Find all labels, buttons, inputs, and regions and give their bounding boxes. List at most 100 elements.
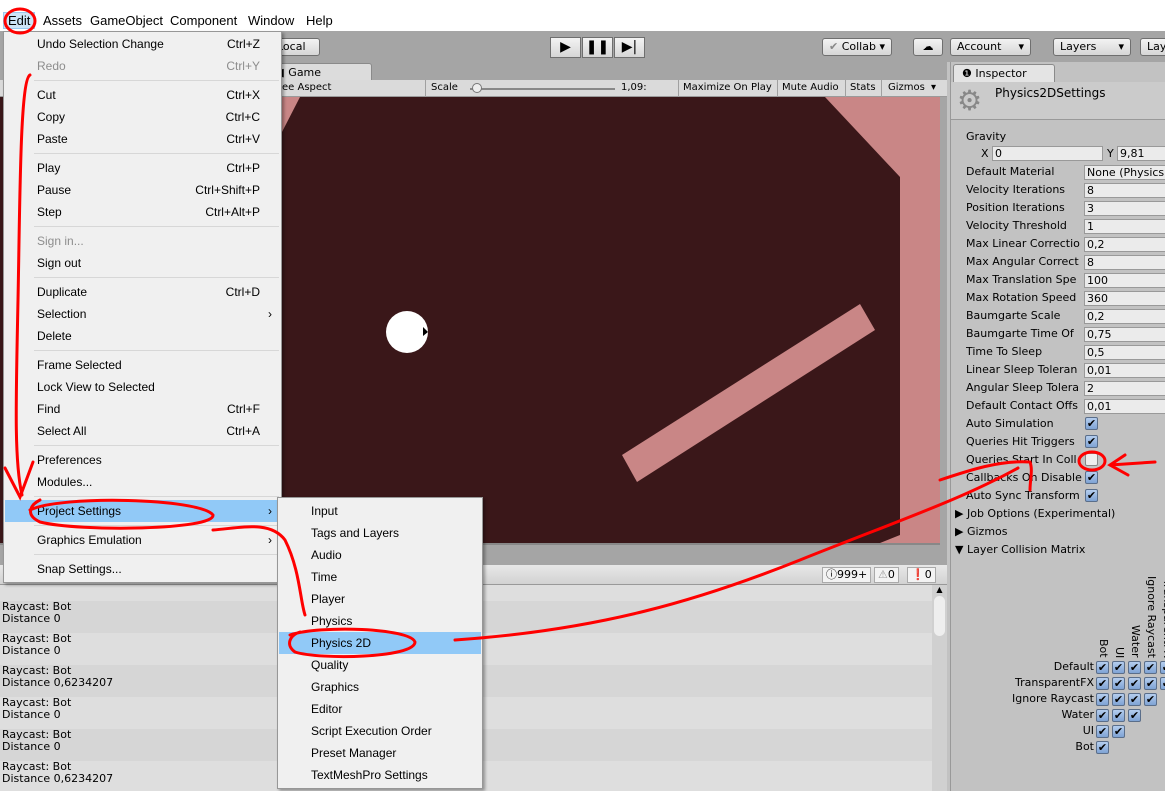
submenu-item-player[interactable]: Player [279, 588, 481, 610]
field-value-input[interactable]: 8 [1084, 255, 1165, 270]
collision-checkbox[interactable]: ✔ [1112, 693, 1125, 706]
field-value-input[interactable]: 0,01 [1084, 363, 1165, 378]
menu-item-find[interactable]: Find Ctrl+F [5, 398, 280, 420]
menu-edit[interactable]: Edit [3, 12, 36, 29]
collision-checkbox[interactable]: ✔ [1096, 741, 1109, 754]
collision-checkbox[interactable]: ✔ [1128, 693, 1141, 706]
collision-checkbox[interactable]: ✔ [1144, 693, 1157, 706]
collision-checkbox[interactable]: ✔ [1112, 677, 1125, 690]
menu-item-frame-selected[interactable]: Frame Selected [5, 354, 280, 376]
submenu-item-tags-and-layers[interactable]: Tags and Layers [279, 522, 481, 544]
collision-checkbox[interactable]: ✔ [1096, 709, 1109, 722]
menu-item-undo-selection-change[interactable]: Undo Selection Change Ctrl+Z [5, 33, 280, 55]
field-value-input[interactable]: 3 [1084, 201, 1165, 216]
menu-item-paste[interactable]: Paste Ctrl+V [5, 128, 280, 150]
menu-item-step[interactable]: Step Ctrl+Alt+P [5, 201, 280, 223]
layers-dropdown[interactable]: Layers ▾ [1053, 38, 1131, 56]
toggle-checkbox[interactable] [1085, 453, 1098, 466]
menu-item-copy[interactable]: Copy Ctrl+C [5, 106, 280, 128]
field-value-input[interactable]: 0,01 [1084, 399, 1165, 414]
field-value-input[interactable]: 100 [1084, 273, 1165, 288]
menu-assets[interactable]: Assets [43, 13, 82, 28]
scale-slider[interactable] [470, 88, 615, 90]
field-value-input[interactable]: 8 [1084, 183, 1165, 198]
stats-toggle[interactable]: Stats [850, 82, 876, 93]
foldout[interactable]: ▶ Gizmos [955, 523, 1155, 541]
menu-item-sign-in[interactable]: Sign in... [5, 230, 280, 252]
log-count-toggle[interactable]: ⓘ999+ [822, 567, 872, 583]
menu-item-graphics-emulation[interactable]: Graphics Emulation › [5, 529, 280, 551]
gravity-y-field[interactable]: 9,81 [1117, 146, 1165, 161]
collab-button[interactable]: ✔ Collab ▾ [822, 38, 892, 56]
collision-checkbox[interactable]: ✔ [1096, 677, 1109, 690]
menu-item-selection[interactable]: Selection › [5, 303, 280, 325]
field-value-input[interactable]: 0,5 [1084, 345, 1165, 360]
submenu-item-time[interactable]: Time [279, 566, 481, 588]
collision-checkbox[interactable]: ✔ [1096, 725, 1109, 738]
foldout[interactable]: ▼ Layer Collision Matrix [955, 541, 1155, 559]
submenu-item-editor[interactable]: Editor [279, 698, 481, 720]
maximize-on-play-toggle[interactable]: Maximize On Play [683, 82, 772, 93]
collision-checkbox[interactable]: ✔ [1096, 693, 1109, 706]
gravity-x-field[interactable]: 0 [992, 146, 1103, 161]
submenu-item-physics-2d[interactable]: Physics 2D [279, 632, 481, 654]
scale-slider-handle[interactable] [472, 83, 482, 93]
submenu-item-audio[interactable]: Audio [279, 544, 481, 566]
collision-checkbox[interactable]: ✔ [1128, 709, 1141, 722]
field-value-input[interactable]: 0,75 [1084, 327, 1165, 342]
play-button[interactable]: ▶ [550, 37, 581, 58]
submenu-item-textmeshpro-settings[interactable]: TextMeshPro Settings [279, 764, 481, 786]
collision-checkbox[interactable]: ✔ [1128, 661, 1141, 674]
tab-inspector[interactable]: ❶ Inspector [953, 64, 1055, 82]
toggle-checkbox[interactable]: ✔ [1085, 471, 1098, 484]
gizmos-arrow-icon[interactable]: ▾ [931, 82, 936, 93]
cloud-button[interactable]: ☁ [913, 38, 943, 56]
field-value-input[interactable]: 1 [1084, 219, 1165, 234]
submenu-item-preset-manager[interactable]: Preset Manager [279, 742, 481, 764]
submenu-item-physics[interactable]: Physics [279, 610, 481, 632]
collision-checkbox[interactable]: ✔ [1112, 709, 1125, 722]
menu-item-play[interactable]: Play Ctrl+P [5, 157, 280, 179]
menu-component[interactable]: Component [170, 13, 237, 28]
menu-item-redo[interactable]: Redo Ctrl+Y [5, 55, 280, 77]
field-value-input[interactable]: None (Physics [1084, 165, 1165, 180]
menu-item-snap-settings[interactable]: Snap Settings... [5, 558, 280, 580]
field-value-input[interactable]: 0,2 [1084, 309, 1165, 324]
gizmos-dropdown[interactable]: Gizmos [888, 82, 925, 93]
collision-checkbox[interactable]: ✔ [1096, 661, 1109, 674]
field-value-input[interactable]: 2 [1084, 381, 1165, 396]
menu-item-select-all[interactable]: Select All Ctrl+A [5, 420, 280, 442]
collision-checkbox[interactable]: ✔ [1128, 677, 1141, 690]
collision-checkbox[interactable]: ✔ [1112, 725, 1125, 738]
foldout[interactable]: ▶ Job Options (Experimental) [955, 505, 1155, 523]
account-dropdown[interactable]: Account ▾ [950, 38, 1031, 56]
menu-item-modules[interactable]: Modules... [5, 471, 280, 493]
menu-gameobject[interactable]: GameObject [90, 13, 163, 28]
step-button[interactable]: ▶| [614, 37, 645, 58]
collision-checkbox[interactable]: ✔ [1160, 677, 1165, 690]
submenu-item-graphics[interactable]: Graphics [279, 676, 481, 698]
collision-checkbox[interactable]: ✔ [1144, 661, 1157, 674]
collision-checkbox[interactable]: ✔ [1112, 661, 1125, 674]
collision-checkbox[interactable]: ✔ [1144, 677, 1157, 690]
collision-checkbox[interactable]: ✔ [1160, 661, 1165, 674]
field-value-input[interactable]: 360 [1084, 291, 1165, 306]
menu-item-project-settings[interactable]: Project Settings › [5, 500, 280, 522]
aspect-dropdown[interactable]: ee Aspect [282, 82, 331, 93]
submenu-item-script-execution-order[interactable]: Script Execution Order [279, 720, 481, 742]
error-count-toggle[interactable]: ❗0 [907, 567, 936, 583]
layout-dropdown[interactable]: Lay [1140, 38, 1165, 56]
menu-item-duplicate[interactable]: Duplicate Ctrl+D [5, 281, 280, 303]
toggle-checkbox[interactable]: ✔ [1085, 489, 1098, 502]
menu-item-preferences[interactable]: Preferences [5, 449, 280, 471]
toggle-checkbox[interactable]: ✔ [1085, 435, 1098, 448]
field-value-input[interactable]: 0,2 [1084, 237, 1165, 252]
menu-item-cut[interactable]: Cut Ctrl+X [5, 84, 280, 106]
menu-window[interactable]: Window [248, 13, 294, 28]
pause-button[interactable]: ❚❚ [582, 37, 613, 58]
toggle-checkbox[interactable]: ✔ [1085, 417, 1098, 430]
warning-count-toggle[interactable]: ⚠0 [874, 567, 899, 583]
mute-audio-toggle[interactable]: Mute Audio [782, 82, 839, 93]
tab-game[interactable]: ◖ Game [270, 63, 372, 81]
menu-item-lock-view-to-selected[interactable]: Lock View to Selected [5, 376, 280, 398]
